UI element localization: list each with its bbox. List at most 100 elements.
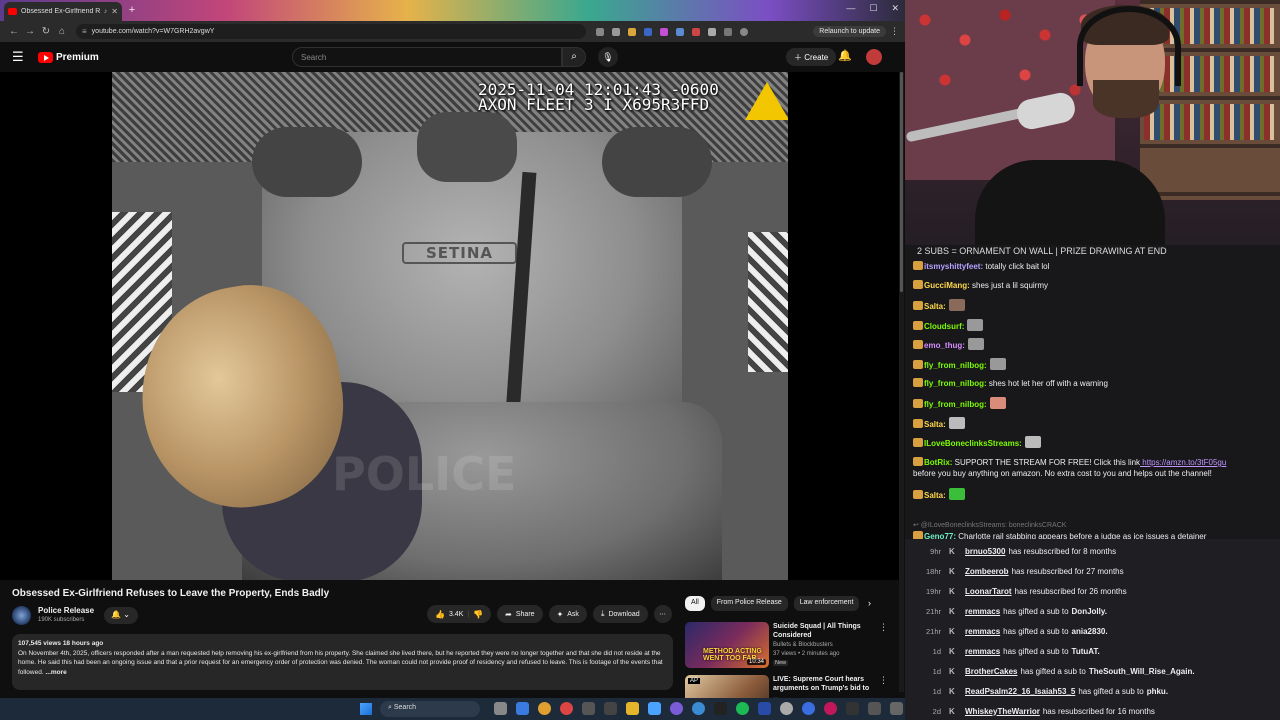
chat-username[interactable]: Geno77:	[924, 532, 956, 539]
event-username[interactable]: ReadPsalm22_16_Isaiah53_5	[965, 687, 1075, 696]
windows-start-icon[interactable]	[360, 703, 372, 715]
event-username[interactable]: BrotherCakes	[965, 667, 1017, 676]
show-more-link[interactable]: ...more	[45, 669, 66, 676]
forward-arrow-icon[interactable]: →	[22, 26, 38, 37]
chip-from-channel[interactable]: From Police Release	[710, 596, 788, 611]
relaunch-button[interactable]: Relaunch to update	[813, 26, 886, 37]
download-button[interactable]: ⤓ Download	[592, 605, 648, 623]
profile-icon[interactable]	[740, 27, 748, 36]
bookmark-star-icon[interactable]	[612, 27, 620, 36]
extensions-puzzle-icon[interactable]	[708, 27, 716, 36]
app-icon[interactable]	[560, 702, 573, 715]
recommendation-item[interactable]: AP LIVE: Supreme Court hears arguments o…	[685, 675, 888, 698]
share-button[interactable]: ➦ Share	[497, 605, 543, 623]
extension-icon[interactable]	[644, 27, 652, 36]
file-icon[interactable]	[494, 702, 507, 715]
event-username[interactable]: brnuo5300	[965, 547, 1005, 556]
app-icon[interactable]	[648, 702, 661, 715]
subscribed-bell-button[interactable]: 🔔 ⌄	[104, 607, 138, 624]
recommendation-thumbnail[interactable]: METHOD ACTING WENT TOO FAR 10:34	[685, 622, 769, 668]
app-icon[interactable]	[890, 702, 903, 715]
search-input[interactable]: Search	[292, 47, 562, 67]
chat-username[interactable]: Salta:	[924, 491, 946, 500]
recommendation-menu-icon[interactable]: ⋮	[879, 622, 888, 633]
event-username[interactable]: WhiskeyTheWarrior	[965, 707, 1040, 716]
notifications-bell-icon[interactable]: 🔔	[838, 49, 852, 62]
edge-icon[interactable]	[516, 702, 529, 715]
chat-username[interactable]: Salta:	[924, 302, 946, 311]
chat-username[interactable]: fly_from_nilbog:	[924, 400, 987, 409]
browser-tab-active[interactable]: Obsessed Ex-Girlfriend Re... ♪ ✕	[4, 2, 122, 21]
chat-username[interactable]: GucciMang:	[924, 281, 970, 290]
recommendation-item[interactable]: METHOD ACTING WENT TOO FAR 10:34 Suicide…	[685, 622, 888, 672]
chat-link[interactable]: https://amzn.to/3tF05gu	[1140, 458, 1226, 467]
spotify-icon[interactable]	[736, 702, 749, 715]
event-username[interactable]: remmacs	[965, 647, 1000, 656]
install-icon[interactable]	[596, 27, 604, 36]
recommendation-title[interactable]: Suicide Squad | All Things Considered	[773, 622, 873, 640]
channel-name[interactable]: Police Release	[38, 606, 94, 615]
speaker-icon[interactable]: ♪	[104, 8, 108, 15]
address-bar[interactable]: ≡ youtube.com/watch?v=W7GRH2avgwY	[76, 24, 586, 39]
app-icon[interactable]	[714, 702, 727, 715]
minimize-button[interactable]: —	[846, 3, 855, 14]
recommendation-thumbnail[interactable]: AP	[685, 675, 769, 698]
terminal-icon[interactable]	[604, 702, 617, 715]
menu-icon[interactable]: ☰	[12, 49, 30, 65]
chat-username[interactable]: emo_thug:	[924, 341, 965, 350]
event-username[interactable]: Zombeerob	[965, 567, 1009, 576]
like-button[interactable]: 👍 3.4K | 👎	[427, 605, 492, 623]
video-player[interactable]: SETINA POLICE 2025-11-04 12:01:43 -0600 …	[0, 72, 900, 580]
app-icon[interactable]	[692, 702, 705, 715]
chip-law-enforcement[interactable]: Law enforcement	[793, 596, 860, 611]
taskbar-search[interactable]: ⌕ Search	[380, 701, 480, 717]
chat-username[interactable]: BotRix:	[924, 458, 952, 467]
chat-username[interactable]: Cloudsurf:	[924, 322, 964, 331]
ask-button[interactable]: ✦ Ask	[548, 605, 587, 623]
app-icon[interactable]	[758, 702, 771, 715]
close-tab-icon[interactable]: ✕	[111, 7, 118, 16]
browser-menu-icon[interactable]: ⋮	[890, 26, 899, 37]
app-icon[interactable]	[868, 702, 881, 715]
extension-icon[interactable]	[692, 27, 700, 36]
event-username[interactable]: remmacs	[965, 607, 1000, 616]
mic-icon[interactable]: 🎙	[598, 47, 618, 67]
youtube-logo[interactable]: Premium	[38, 51, 99, 63]
maximize-button[interactable]: ☐	[869, 3, 877, 14]
close-window-button[interactable]: ✕	[891, 3, 899, 14]
folder-icon[interactable]	[626, 702, 639, 715]
scrollbar-thumb[interactable]	[900, 72, 903, 292]
chrome-icon[interactable]	[538, 702, 551, 715]
chat-username[interactable]: fly_from_nilbog:	[924, 361, 987, 370]
create-button[interactable]: ＋ Create	[786, 48, 837, 66]
chat-username[interactable]: fly_from_nilbog:	[924, 379, 987, 388]
home-icon[interactable]: ⌂	[54, 26, 70, 37]
app-icon[interactable]	[802, 702, 815, 715]
chat-username[interactable]: Salta:	[924, 420, 946, 429]
recommendation-menu-icon[interactable]: ⋮	[879, 675, 888, 686]
thumbs-down-icon[interactable]: 👎	[473, 610, 483, 619]
search-icon[interactable]: ⌕	[562, 47, 586, 67]
chat-username[interactable]: ILoveBoneclinksStreams:	[924, 439, 1022, 448]
extension-icon[interactable]	[676, 27, 684, 36]
page-scrollbar[interactable]	[899, 72, 904, 692]
chevron-right-icon[interactable]: ›	[868, 598, 871, 608]
channel-avatar[interactable]	[12, 606, 31, 625]
description-box[interactable]: 107,545 views 18 hours ago On November 4…	[12, 634, 673, 690]
app-icon[interactable]	[670, 702, 683, 715]
more-actions-button[interactable]: ⋯	[653, 605, 672, 623]
sidepanel-icon[interactable]	[724, 27, 732, 36]
new-tab-button[interactable]: +	[126, 4, 138, 16]
event-username[interactable]: remmacs	[965, 627, 1000, 636]
recommendation-title[interactable]: LIVE: Supreme Court hears arguments on T…	[773, 675, 873, 698]
extension-icon[interactable]	[660, 27, 668, 36]
avatar[interactable]	[866, 49, 882, 65]
video-frame[interactable]: SETINA POLICE 2025-11-04 12:01:43 -0600 …	[112, 72, 788, 580]
chip-all[interactable]: All	[685, 596, 705, 611]
recommendation-channel[interactable]: Bullets & Blockbusters	[773, 642, 833, 648]
back-arrow-icon[interactable]: ←	[6, 26, 22, 37]
reload-icon[interactable]: ↻	[38, 26, 54, 37]
site-info-icon[interactable]: ≡	[82, 27, 87, 36]
chat-username[interactable]: itsmyshittyfeet:	[924, 262, 983, 271]
extension-icon[interactable]	[628, 27, 636, 36]
